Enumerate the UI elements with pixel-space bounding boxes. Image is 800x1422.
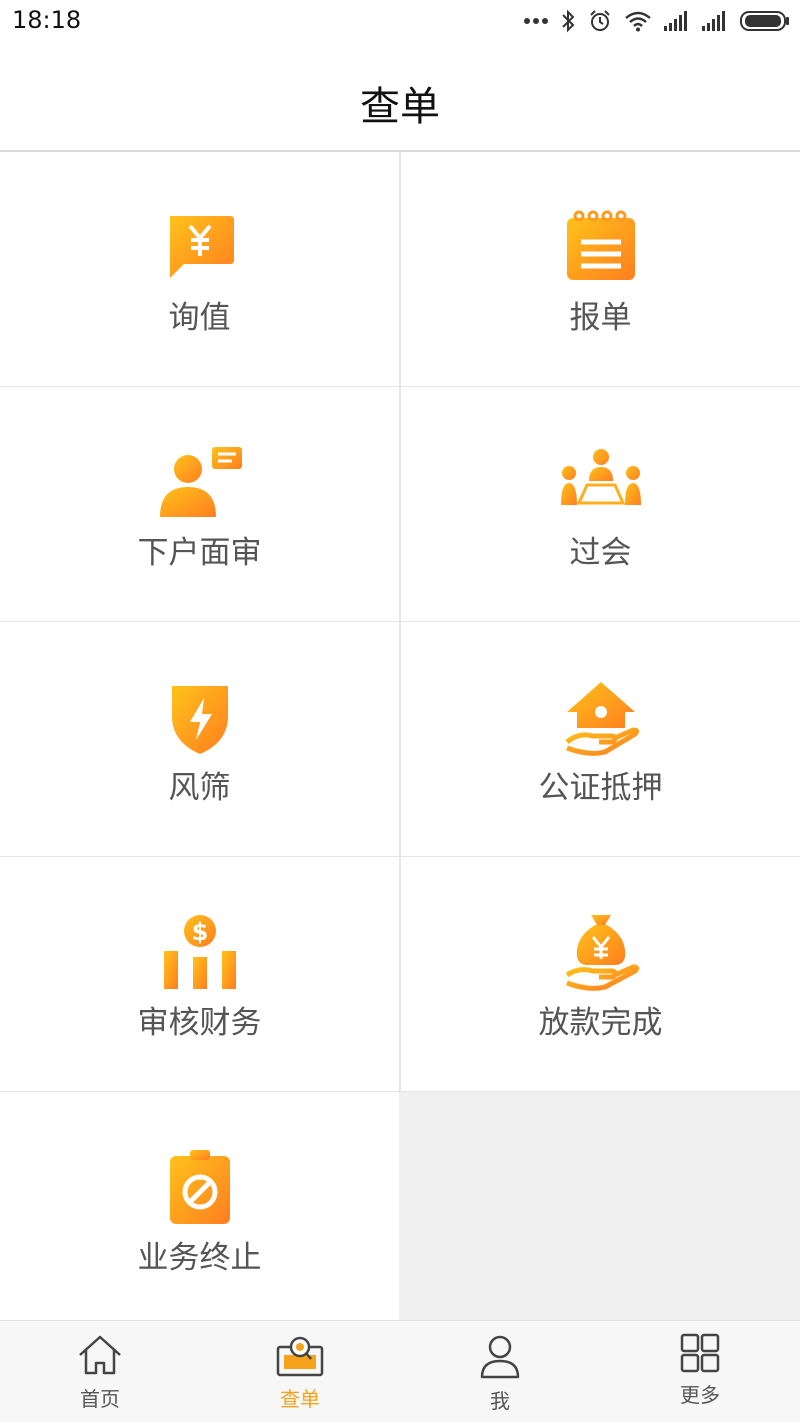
- nav-label: 更多: [680, 1383, 720, 1407]
- nav-me[interactable]: 我: [400, 1321, 600, 1422]
- page-title: 查单: [360, 84, 440, 130]
- menu-item-price-inquiry[interactable]: 询值: [0, 152, 399, 386]
- bluetooth-icon: [562, 9, 575, 33]
- nav-label: 首页: [80, 1387, 120, 1411]
- alarm-icon: [590, 10, 610, 31]
- menu-item-notary-mortgage[interactable]: 公证抵押: [401, 622, 800, 856]
- status-icons: [524, 8, 790, 34]
- grid-more-icon: [680, 1333, 720, 1373]
- menu-item-label: 审核财务: [137, 1005, 262, 1041]
- wifi-icon: [625, 11, 651, 32]
- status-time: 18:18: [12, 6, 82, 34]
- signal-icon: [664, 11, 687, 31]
- menu-item-label: 业务终止: [137, 1240, 262, 1276]
- menu-item-label: 风筛: [168, 770, 231, 806]
- home-icon: [79, 1335, 121, 1375]
- interview-icon: [159, 447, 242, 517]
- nav-label: 我: [490, 1389, 510, 1413]
- status-bar: 18:18: [0, 0, 800, 42]
- user-icon: [480, 1335, 520, 1379]
- nav-home[interactable]: 首页: [0, 1321, 200, 1422]
- battery-icon: [740, 11, 789, 31]
- menu-grid: 询值 报单 下户面审 过会 风筛 公证抵押 $ 审核财务 放款完成 业务终止: [0, 152, 800, 1320]
- finance-audit-icon: $: [163, 915, 236, 989]
- menu-item-label: 放款完成: [538, 1005, 663, 1041]
- more-dots-icon: [524, 18, 548, 24]
- notepad-icon: [566, 210, 635, 280]
- menu-item-meeting[interactable]: 过会: [401, 387, 800, 621]
- menu-item-interview[interactable]: 下户面审: [0, 387, 399, 621]
- menu-item-loan-complete[interactable]: 放款完成: [401, 857, 800, 1091]
- price-inquiry-icon: [169, 216, 234, 278]
- menu-item-label: 过会: [569, 535, 632, 571]
- business-stop-icon: [169, 1150, 230, 1224]
- menu-item-label: 下户面审: [137, 535, 262, 571]
- svg-text:$: $: [191, 918, 208, 946]
- grid-divider: [0, 1091, 800, 1092]
- grid-divider: [0, 386, 800, 387]
- grid-divider: [0, 621, 800, 622]
- menu-item-report[interactable]: 报单: [401, 152, 800, 386]
- menu-item-finance-audit[interactable]: $ 审核财务: [0, 857, 399, 1091]
- grid-divider: [399, 152, 401, 1092]
- risk-shield-icon: [171, 686, 228, 754]
- menu-item-label: 询值: [168, 300, 231, 336]
- menu-item-risk-screen[interactable]: 风筛: [0, 622, 399, 856]
- loan-bag-icon: [565, 915, 639, 991]
- bottom-nav: 首页 查单 我 更多: [0, 1320, 800, 1422]
- meeting-icon: [560, 449, 641, 505]
- signal-icon-2: [702, 11, 725, 31]
- grid-divider: [0, 856, 800, 857]
- menu-item-business-stop[interactable]: 业务终止: [0, 1092, 399, 1320]
- menu-item-label: 公证抵押: [538, 770, 663, 806]
- nav-more[interactable]: 更多: [600, 1321, 800, 1422]
- header: 查单: [0, 42, 800, 152]
- nav-search-order[interactable]: 查单: [200, 1321, 400, 1422]
- house-mortgage-icon: [564, 682, 639, 756]
- search-order-icon: [276, 1336, 324, 1377]
- menu-item-label: 报单: [569, 300, 632, 336]
- nav-label: 查单: [280, 1387, 320, 1411]
